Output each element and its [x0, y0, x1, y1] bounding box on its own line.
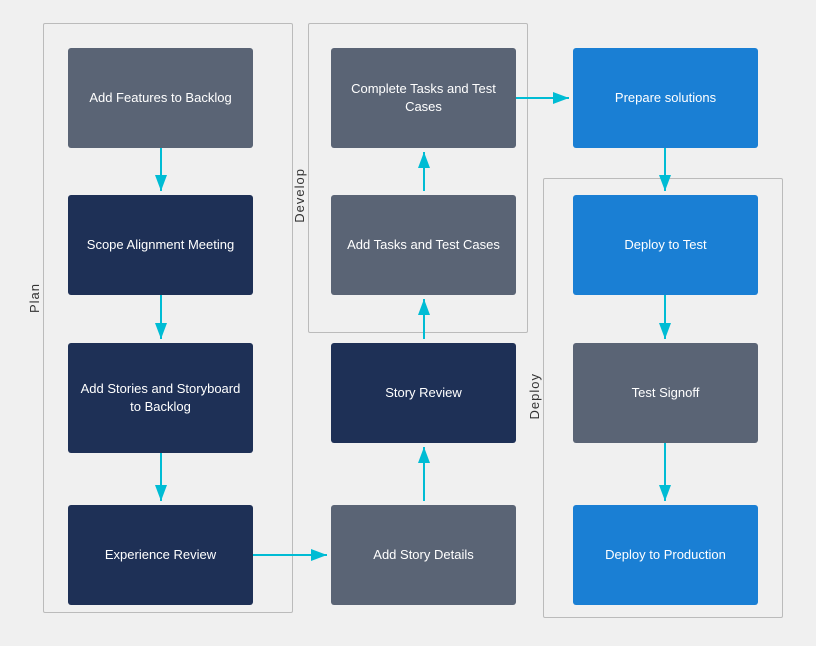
label-develop: Develop — [292, 168, 307, 223]
scope-alignment-box[interactable]: Scope Alignment Meeting — [68, 195, 253, 295]
add-features-box[interactable]: Add Features to Backlog — [68, 48, 253, 148]
deploy-test-box[interactable]: Deploy to Test — [573, 195, 758, 295]
main-container: Plan Develop Deploy Add Features to Back… — [13, 13, 803, 633]
deploy-production-box[interactable]: Deploy to Production — [573, 505, 758, 605]
prepare-solutions-box[interactable]: Prepare solutions — [573, 48, 758, 148]
complete-tasks-box[interactable]: Complete Tasks and Test Cases — [331, 48, 516, 148]
label-deploy: Deploy — [527, 373, 542, 419]
test-signoff-box[interactable]: Test Signoff — [573, 343, 758, 443]
add-stories-box[interactable]: Add Stories and Storyboard to Backlog — [68, 343, 253, 453]
story-review-box[interactable]: Story Review — [331, 343, 516, 443]
add-tasks-box[interactable]: Add Tasks and Test Cases — [331, 195, 516, 295]
experience-review-box[interactable]: Experience Review — [68, 505, 253, 605]
label-plan: Plan — [27, 283, 42, 313]
add-story-details-box[interactable]: Add Story Details — [331, 505, 516, 605]
